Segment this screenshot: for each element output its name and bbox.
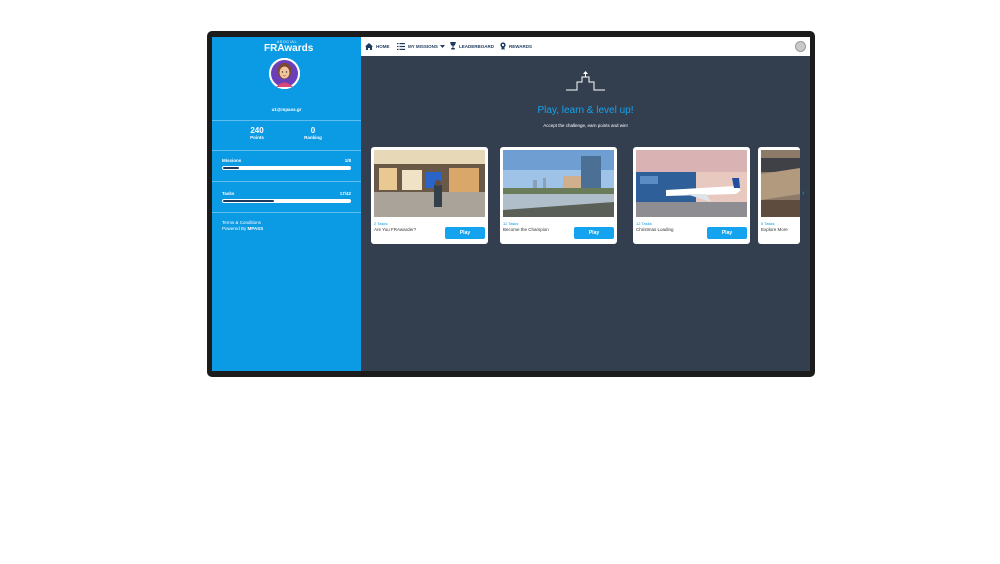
profile-avatar[interactable] [269, 58, 300, 89]
app-screen: #SOCIAL FRAwards u1@mpass.gr 240 Points … [212, 37, 810, 371]
missions-progress-fill [223, 167, 239, 169]
tasks-progress-fill [223, 200, 275, 202]
list-icon [397, 42, 405, 51]
avatar-illustration [269, 58, 300, 89]
nav-home-label: HOME [376, 44, 390, 49]
nav-rewards[interactable]: REWARDS [500, 37, 532, 56]
divider [212, 150, 361, 151]
points-stat: 240 Points [237, 126, 277, 141]
mission-image-airplane-at-gate [636, 150, 747, 217]
award-icon [500, 42, 506, 51]
hero-headline: Play, learn & level up! [537, 105, 634, 116]
tasks-label: Tasks [222, 191, 235, 196]
points-label: Points [250, 135, 264, 140]
mission-image-airport-terminal [374, 150, 485, 217]
trophy-icon [450, 42, 456, 51]
hero-subline: Accept the challenge, earn points and wi… [543, 123, 628, 128]
card-title: Explore More [761, 227, 788, 232]
home-icon [365, 42, 373, 51]
mission-card[interactable]: 2 Tasks Are You FRAwarder? Play [371, 147, 488, 244]
podium-icon [566, 71, 605, 91]
nav-home[interactable]: HOME [365, 37, 390, 56]
card-title: Become the Champion [503, 227, 549, 232]
mission-card[interactable]: 5 Tasks Explore More [758, 147, 800, 244]
card-task-count: 12 Tasks [636, 221, 652, 226]
nav-rewards-label: REWARDS [509, 44, 533, 49]
points-value: 240 [250, 126, 264, 135]
divider [212, 212, 361, 213]
ranking-value: 0 [310, 126, 316, 135]
missions-label: Missions [222, 158, 242, 163]
mission-card[interactable]: 11 Tasks Become the Champion Play [500, 147, 617, 244]
top-nav-bar: HOME MY MISSIONS LEADERBOARD REWARDS [361, 37, 810, 56]
mission-image-stadium [761, 150, 800, 217]
powered-by: Powered By MPASS [222, 226, 263, 232]
nav-my-missions-label: MY MISSIONS [408, 44, 438, 49]
logo-small-text: #SOCIAL [276, 39, 298, 44]
carousel-next-arrow[interactable]: › [802, 190, 804, 197]
nav-my-missions[interactable]: MY MISSIONS [397, 37, 445, 56]
tasks-value: 17/42 [339, 191, 351, 196]
card-task-count: 11 Tasks [503, 221, 519, 226]
card-task-count: 2 Tasks [374, 221, 388, 226]
ranking-label: Ranking [304, 135, 322, 140]
tasks-progress-header: Tasks 17/42 [222, 191, 351, 196]
mission-card[interactable]: 12 Tasks Christmas Loading Play [633, 147, 750, 244]
user-menu-avatar[interactable] [795, 41, 806, 52]
mission-image-city-skyline-river [503, 150, 614, 217]
missions-progress-header: Missions 1/8 [222, 158, 351, 163]
card-task-count: 5 Tasks [761, 221, 775, 226]
missions-progress-bar [222, 166, 351, 170]
sidebar-footer: Terms & Conditions Powered By MPASS [222, 220, 263, 232]
divider [212, 181, 361, 182]
device-frame: #SOCIAL FRAwards u1@mpass.gr 240 Points … [207, 31, 815, 377]
main-content: Play, learn & level up! Accept the chall… [361, 56, 810, 371]
tasks-progress-bar [222, 199, 351, 203]
powered-brand[interactable]: MPASS [248, 226, 264, 231]
play-button[interactable]: Play [707, 227, 747, 239]
ranking-stat: 0 Ranking [293, 126, 333, 141]
logo-text: FRAwards [264, 43, 314, 54]
nav-leaderboard-label: LEADERBOARD [459, 44, 495, 49]
play-button[interactable]: Play [445, 227, 485, 239]
card-title: Christmas Loading [636, 227, 674, 232]
nav-leaderboard[interactable]: LEADERBOARD [450, 37, 494, 56]
app-logo[interactable]: #SOCIAL FRAwards [264, 39, 314, 56]
play-button[interactable]: Play [574, 227, 614, 239]
divider [212, 120, 361, 121]
sidebar: #SOCIAL FRAwards u1@mpass.gr 240 Points … [212, 37, 361, 371]
missions-value: 1/8 [344, 158, 351, 163]
chevron-down-icon [439, 44, 445, 49]
user-email: u1@mpass.gr [271, 107, 302, 112]
powered-prefix: Powered By [222, 226, 247, 231]
card-title: Are You FRAwarder? [374, 227, 417, 232]
